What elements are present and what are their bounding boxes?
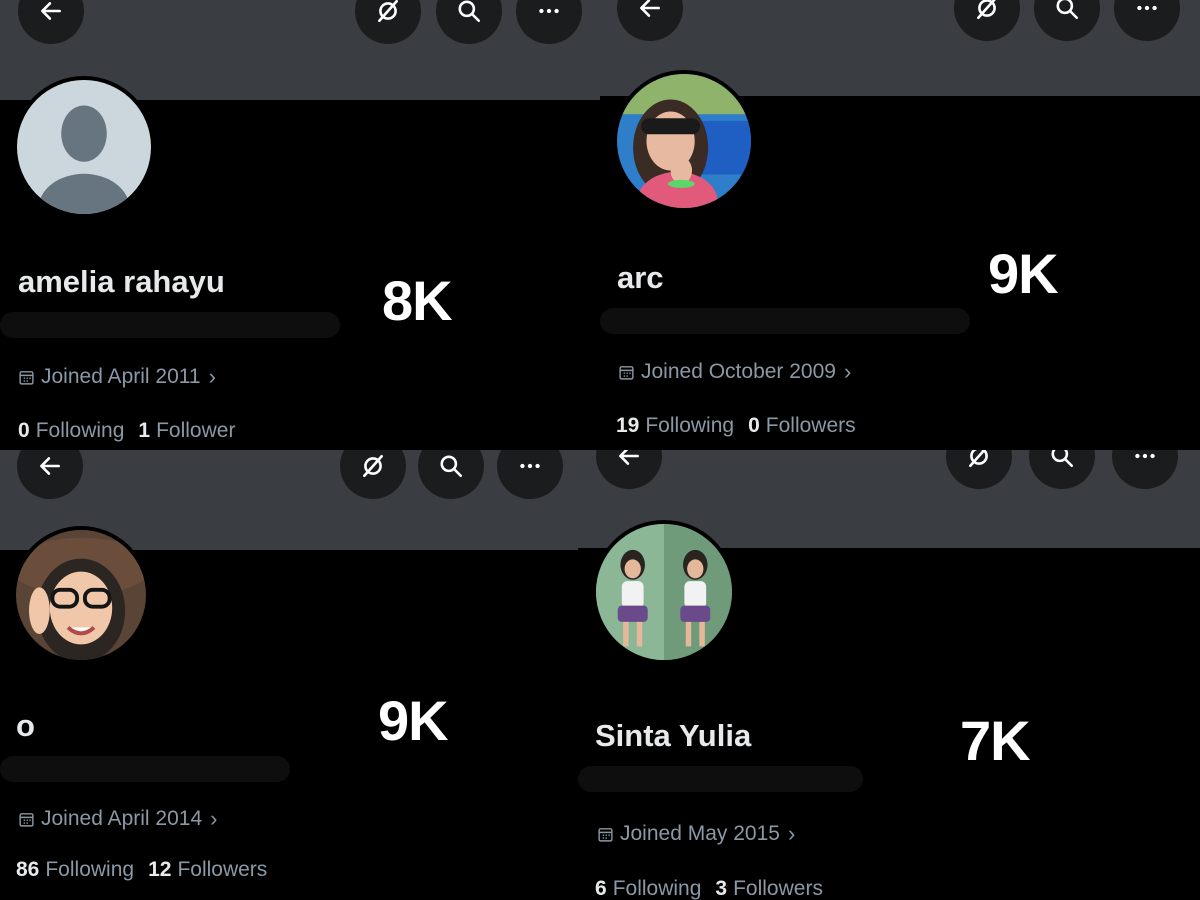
follower-estimate-label: 9K	[378, 689, 449, 752]
followers-link[interactable]: 1 Follower	[138, 419, 235, 443]
chevron-right-icon: ›	[208, 364, 216, 389]
avatar[interactable]	[613, 70, 755, 212]
follower-estimate-label: 8K	[382, 269, 453, 332]
more-icon	[1135, 453, 1155, 459]
following-link[interactable]: 6 Following	[595, 877, 701, 900]
follow-stats: 19 Following 0 Followers	[616, 414, 856, 438]
grok-icon	[363, 454, 383, 478]
following-label: Following	[45, 858, 135, 881]
calendar-icon	[19, 370, 34, 385]
following-count: 6	[595, 877, 607, 900]
followers-count: 3	[715, 877, 728, 900]
avatar[interactable]	[12, 526, 150, 664]
chevron-right-icon: ›	[210, 806, 218, 831]
calendar-icon	[19, 812, 34, 827]
profile-panel-3: o 9K Joined April 2014 › 86 Following 12 F…	[0, 450, 578, 900]
following-link[interactable]: 86 Following	[16, 858, 134, 882]
more-icon	[1137, 5, 1157, 11]
avatar[interactable]	[592, 520, 736, 664]
profile-panel-4: Sinta Yulia 7K Joined May 2015 › 6 Follow…	[578, 450, 1200, 900]
profile-photo	[617, 74, 751, 208]
grok-icon	[969, 450, 988, 468]
follow-stats: 0 Following 1 Follower	[18, 419, 235, 443]
followers-count: 12	[148, 858, 172, 881]
more-icon	[539, 8, 559, 14]
followers-label: Followers	[733, 877, 823, 900]
follow-stats: 6 Following 3 Followers	[595, 877, 823, 900]
redacted-handle	[0, 756, 290, 782]
following-link[interactable]: 19 Following	[616, 414, 734, 438]
following-label: Following	[612, 877, 702, 900]
arrow-left-icon	[640, 0, 660, 17]
following-count: 0	[18, 419, 30, 442]
followers-link[interactable]: 3 Followers	[715, 877, 823, 900]
following-count: 86	[16, 858, 40, 881]
profile-photo	[16, 530, 146, 660]
followers-count: 1	[138, 419, 151, 442]
display-name: amelia rahayu	[18, 264, 225, 299]
redacted-handle	[578, 766, 863, 792]
followers-count: 0	[748, 414, 760, 437]
followers-label: Follower	[156, 419, 236, 442]
following-link[interactable]: 0 Following	[18, 419, 124, 443]
chevron-right-icon: ›	[843, 359, 852, 384]
follower-estimate-label: 9K	[988, 242, 1059, 305]
redacted-handle	[600, 308, 970, 334]
search-icon	[1056, 0, 1079, 20]
calendar-icon	[598, 827, 613, 842]
chevron-right-icon: ›	[787, 821, 796, 846]
joined-text: Joined April 2014	[41, 807, 203, 830]
followers-label: Followers	[765, 414, 856, 437]
followers-link[interactable]: 0 Followers	[748, 414, 856, 438]
joined-date[interactable]: Joined May 2015 ›	[597, 821, 795, 847]
avatar[interactable]	[13, 76, 155, 218]
arrow-left-icon	[40, 457, 60, 475]
profile-panel-1: amelia rahayu 8K Joined April 2011 › 0 Fo…	[0, 0, 600, 450]
calendar-icon	[619, 365, 634, 380]
profile-panel-2: arc 9K Joined October 2009 › 19 Following…	[600, 0, 1200, 450]
display-name: arc	[617, 260, 664, 295]
more-icon	[520, 463, 540, 469]
arrow-left-icon	[41, 2, 61, 20]
joined-text: Joined April 2011	[41, 365, 201, 388]
following-label: Following	[645, 414, 735, 437]
follower-estimate-label: 7K	[960, 709, 1031, 772]
search-icon	[1051, 450, 1074, 468]
default-avatar-icon	[17, 80, 151, 214]
grok-icon	[378, 0, 398, 23]
joined-text: Joined May 2015	[620, 822, 780, 845]
display-name: Sinta Yulia	[595, 718, 752, 753]
search-icon	[458, 0, 481, 23]
follow-stats: 86 Following 12 Followers	[16, 858, 267, 882]
redacted-handle	[0, 312, 340, 338]
following-count: 19	[616, 414, 640, 437]
grok-icon	[977, 0, 996, 20]
display-name: o	[16, 708, 35, 743]
joined-date[interactable]: Joined April 2014 ›	[18, 806, 217, 832]
profile-photo	[596, 524, 732, 660]
joined-text: Joined October 2009	[641, 360, 836, 383]
following-label: Following	[35, 419, 125, 442]
followers-link[interactable]: 12 Followers	[148, 858, 267, 882]
joined-date[interactable]: Joined October 2009 ›	[618, 359, 851, 385]
joined-date[interactable]: Joined April 2011 ›	[18, 364, 216, 390]
arrow-left-icon	[619, 450, 639, 465]
search-icon	[440, 455, 463, 478]
followers-label: Followers	[177, 858, 268, 881]
